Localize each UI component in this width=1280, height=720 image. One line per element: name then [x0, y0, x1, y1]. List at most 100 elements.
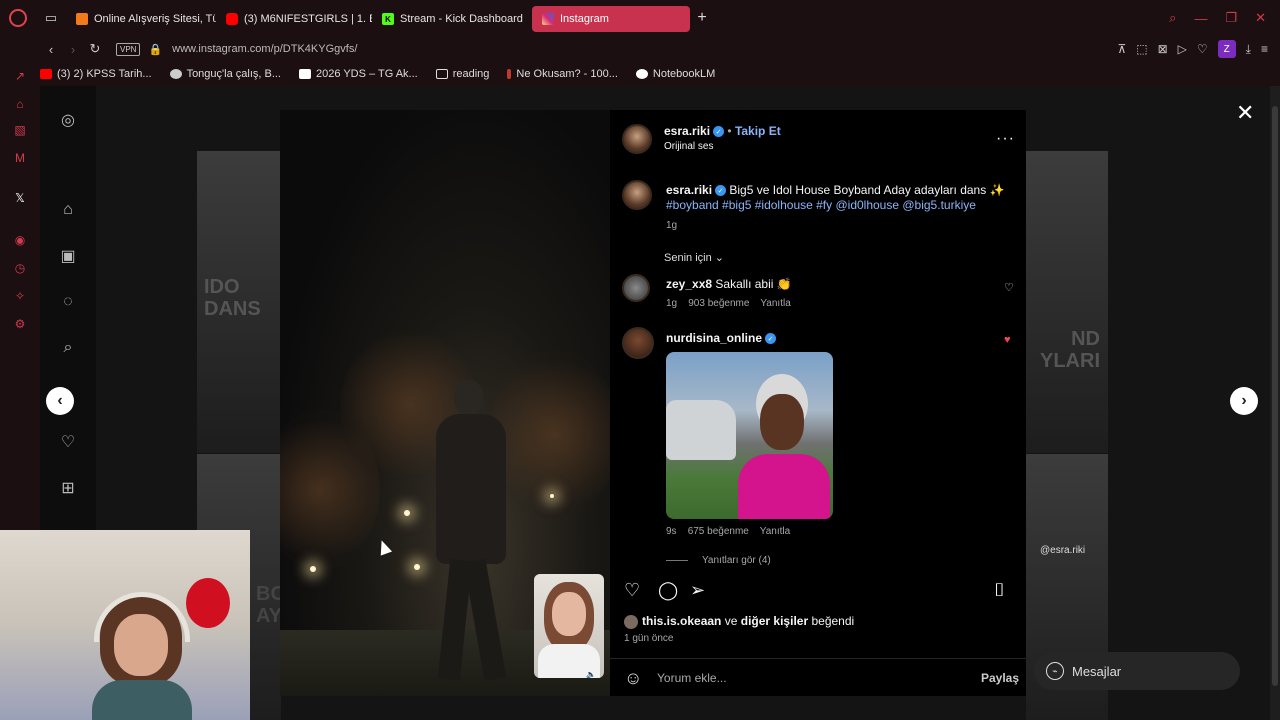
heart-icon[interactable]: ♡ [1197, 42, 1208, 56]
new-tab-button[interactable]: + [690, 0, 714, 36]
comment-icon[interactable]: ◯ [658, 580, 678, 601]
bookmark-label: 2026 YDS – TG Ak... [316, 68, 418, 80]
home-icon[interactable]: ⌂ [58, 200, 78, 220]
streamer-webcam-overlay [0, 530, 250, 720]
window-controls: ⌕ — ❐ ✕ [1169, 10, 1280, 26]
previous-post-button[interactable]: ‹ [46, 387, 74, 415]
like-heart-icon[interactable]: ♡ [624, 580, 640, 601]
instagram-logo-icon[interactable]: ◎ [58, 110, 78, 130]
comment-input[interactable]: Yorum ekle... [657, 671, 727, 685]
notifications-heart-icon[interactable]: ♡ [58, 432, 78, 452]
player-icon[interactable]: ◉ [12, 232, 28, 248]
back-icon[interactable]: ‹ [40, 42, 62, 57]
liked-by-user[interactable]: this.is.okeaan [642, 614, 721, 628]
crypto-wallet-icon[interactable]: ▧ [12, 122, 28, 138]
view-replies-button[interactable]: Yanıtları gör (4) [666, 555, 771, 566]
caption-tags[interactable]: #boyband #big5 #idolhouse #fy @id0lhouse… [666, 198, 976, 212]
aria-icon[interactable]: ↗ [12, 68, 28, 84]
reply-button[interactable]: Yanıtla [760, 526, 790, 537]
page-scrollbar[interactable] [1270, 86, 1280, 720]
comment-like-icon[interactable]: ♡ [1004, 281, 1014, 294]
bookmark-kpss[interactable]: (3) 2) KPSS Tarih... [40, 68, 152, 80]
messages-button[interactable]: ⌁ Mesajlar [1034, 652, 1240, 690]
messenger-icon[interactable]: ◌ [58, 292, 78, 312]
menu-icon[interactable]: ≡ [1261, 42, 1268, 56]
comment-gif-image[interactable] [666, 352, 833, 519]
mute-icon[interactable]: 🔈 [586, 670, 596, 678]
reels-icon[interactable]: ▣ [58, 246, 78, 266]
comment-likes[interactable]: 675 beğenme [688, 526, 749, 537]
comment-likes[interactable]: 903 beğenme [688, 298, 749, 309]
search-icon[interactable]: ⌕ [58, 338, 78, 358]
workspaces-icon[interactable]: ⌂ [12, 96, 28, 112]
caption-avatar[interactable] [622, 180, 652, 210]
view-replies-label: Yanıtları gör (4) [702, 555, 771, 566]
liked-by-others[interactable]: diğer kişiler [741, 614, 808, 628]
settings-gear-icon[interactable]: ⚙ [12, 316, 28, 332]
caption-username[interactable]: esra.riki [666, 183, 712, 197]
snapshot-icon[interactable]: ⬚ [1136, 42, 1147, 56]
share-button[interactable]: Paylaş [981, 671, 1019, 685]
url-field[interactable]: www.instagram.com/p/DTK4KYGgvfs/ [172, 43, 357, 55]
search-tabs-icon[interactable]: ⌕ [1169, 10, 1176, 26]
download-icon[interactable]: ⤓ [1246, 42, 1251, 57]
street-lamp [414, 564, 420, 570]
close-window-icon[interactable]: ✕ [1255, 10, 1266, 26]
comment-username[interactable]: zey_xx8 [666, 277, 712, 291]
bookmark-tonguc[interactable]: Tonguç'la çalış, B... [169, 68, 281, 80]
bookmark-yds[interactable]: 2026 YDS – TG Ak... [299, 68, 418, 80]
tab-kick[interactable]: K Stream - Kick Dashboard [372, 6, 528, 32]
red-balloon [186, 578, 230, 628]
verified-icon: ✓ [765, 333, 777, 345]
play-icon[interactable]: ▷ [1178, 42, 1187, 56]
tab-trendyol[interactable]: Online Alışveriş Sitesi, Türk [66, 6, 216, 32]
reload-icon[interactable]: ↻ [84, 41, 106, 57]
vpn-badge[interactable]: VPN [116, 42, 141, 56]
reply-button[interactable]: Yanıtla [760, 298, 790, 309]
liked-by-line: this.is.okeaan ve diğer kişiler beğendi [624, 614, 854, 629]
follow-button[interactable]: Takip Et [735, 124, 781, 138]
street-lamp [404, 510, 410, 516]
more-options-icon[interactable]: ··· [996, 130, 1015, 148]
tab-strip-icon[interactable]: ▭ [36, 0, 66, 36]
bookmark-reading[interactable]: reading [435, 68, 489, 80]
close-post-icon[interactable]: ✕ [1236, 100, 1254, 126]
extensions-icon[interactable]: ✧ [12, 288, 28, 304]
comment-time: 1g [666, 298, 678, 309]
author-avatar[interactable] [622, 124, 652, 154]
comment-liked-heart-icon[interactable]: ♥ [1004, 334, 1011, 346]
create-icon[interactable]: ⊞ [58, 478, 78, 498]
bookmark-notebooklm[interactable]: NotebookLM [635, 68, 715, 80]
restore-icon[interactable]: ❐ [1225, 10, 1237, 26]
tab-youtube[interactable]: (3) M6NIFESTGIRLS | 1. Bö [216, 6, 372, 32]
browser-tab-bar: ▭ Online Alışveriş Sitesi, Türk (3) M6NI… [0, 0, 1280, 36]
comment-avatar[interactable] [622, 274, 650, 302]
x-twitter-icon[interactable]: 𝕏 [12, 190, 28, 206]
bookmark-icon[interactable]: ⌷ [994, 580, 1005, 601]
lock-icon[interactable]: 🔒 [148, 43, 162, 56]
gmail-icon[interactable]: M [12, 150, 28, 166]
notebooklm-favicon-icon [635, 69, 648, 79]
emoji-icon[interactable]: ☺ [624, 668, 642, 689]
share-send-icon[interactable]: ➢ [690, 580, 705, 601]
verified-icon: ✓ [713, 126, 725, 138]
caption-time: 1g [666, 220, 678, 231]
forward-icon[interactable]: › [62, 42, 84, 57]
post-actions: ♡ ◯ ➢ ⌷ [624, 580, 1014, 602]
next-post-button[interactable]: › [1230, 387, 1258, 415]
comment-avatar[interactable] [622, 327, 654, 359]
history-icon[interactable]: ◷ [12, 260, 28, 276]
bookmark-ne-okusam[interactable]: Ne Okusam? - 100... [507, 68, 618, 80]
tab-title: Online Alışveriş Sitesi, Türk [94, 13, 216, 25]
minimize-icon[interactable]: — [1194, 11, 1207, 26]
comment-sort-dropdown[interactable]: Senin için ⌄ [664, 251, 724, 264]
extension-icon[interactable]: ⊠ [1158, 42, 1168, 56]
kick-favicon-icon: K [382, 13, 394, 25]
profile-avatar[interactable]: Z [1217, 40, 1236, 58]
tab-instagram[interactable]: Instagram [532, 6, 690, 32]
opera-menu-button[interactable] [0, 0, 36, 36]
pin-icon[interactable]: ⊼ [1117, 42, 1126, 56]
author-username[interactable]: esra.riki [664, 124, 710, 138]
audio-label[interactable]: Orijinal ses [664, 141, 713, 152]
comment-username[interactable]: nurdisina_online [666, 331, 762, 345]
